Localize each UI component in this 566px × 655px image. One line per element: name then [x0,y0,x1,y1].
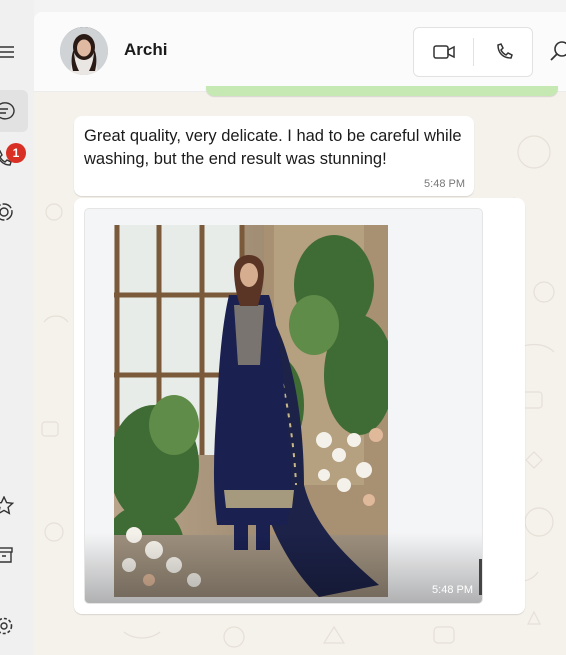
previous-message-bubble[interactable] [206,86,558,96]
image-gradient-overlay [85,533,482,603]
status-icon [0,203,13,221]
chats-button[interactable] [0,91,30,131]
status-button[interactable] [0,192,30,232]
chat-header: Archi [34,12,566,92]
starred-button[interactable] [0,486,30,526]
image-attachment[interactable]: 5:48 PM [84,208,483,604]
menu-button[interactable] [0,32,30,72]
voice-call-button[interactable] [474,28,534,76]
message-bubble-text[interactable]: Great quality, very delicate. I had to b… [74,116,474,196]
contact-name[interactable]: Archi [124,40,167,60]
message-timestamp: 5:48 PM [424,178,465,190]
menu-icon [0,46,14,58]
video-call-icon [433,45,455,59]
chats-icon [0,102,15,120]
avatar-portrait [60,27,108,75]
archive-button[interactable] [0,535,30,575]
voice-call-icon [497,43,513,59]
search-button[interactable] [550,40,566,62]
image-timestamp: 5:48 PM [432,584,473,596]
message-bubble-image[interactable]: 5:48 PM [74,198,525,614]
message-text: Great quality, very delicate. I had to b… [84,127,462,168]
call-buttons [413,27,533,77]
starred-icon [0,496,15,515]
settings-button[interactable] [0,606,30,646]
archive-icon [0,547,13,563]
left-rail: 1 [0,0,34,655]
search-icon [550,41,566,61]
settings-icon [0,617,13,635]
image-scroll-indicator [479,559,482,595]
video-call-button[interactable] [414,28,474,76]
contact-avatar[interactable] [60,27,108,75]
unread-badge: 1 [6,143,26,163]
conversation-panel: Archi Great quality, very delicate. I ha… [34,12,566,655]
